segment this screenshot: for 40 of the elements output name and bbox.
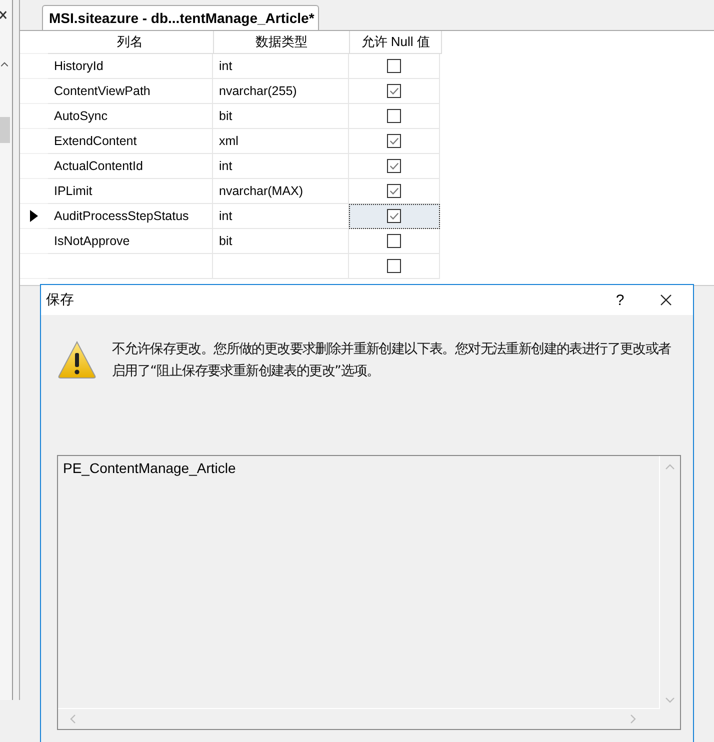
table-cell: nvarchar(255)	[219, 84, 297, 98]
checkbox[interactable]	[387, 109, 401, 123]
table-cell: HistoryId	[54, 59, 104, 73]
column-header: 列名	[48, 31, 214, 54]
close-icon	[660, 294, 672, 306]
checkbox[interactable]	[387, 259, 401, 273]
table-cell: nvarchar(MAX)	[219, 184, 304, 198]
checkbox[interactable]	[387, 209, 401, 223]
checkbox[interactable]	[387, 184, 401, 198]
table-cell: IPLimit	[54, 184, 92, 198]
checkbox[interactable]	[387, 134, 401, 148]
table-cell: AutoSync	[54, 109, 108, 123]
empty-cell[interactable]	[213, 254, 349, 279]
checkbox[interactable]	[387, 59, 401, 73]
checkbox[interactable]	[387, 84, 401, 98]
table-cell: AuditProcessStepStatus	[54, 209, 189, 223]
table-cell: ExtendContent	[54, 134, 137, 148]
table-cell: ContentViewPath	[54, 84, 150, 98]
table-cell: int	[219, 209, 232, 223]
table-cell: IsNotApprove	[54, 234, 130, 248]
table-cell: bit	[219, 234, 232, 248]
column-header: 数据类型	[214, 31, 350, 54]
warning-icon	[57, 340, 97, 380]
table-cell: xml	[219, 134, 238, 148]
checkbox[interactable]	[387, 159, 401, 173]
checkbox[interactable]	[387, 234, 401, 248]
help-button[interactable]: ?	[597, 285, 643, 315]
table-cell: int	[219, 59, 232, 73]
dialog-title: 保存	[46, 291, 74, 309]
caret-icon[interactable]	[1, 62, 8, 67]
document-tab[interactable]: MSI.siteazure - db...tentManage_Article*	[42, 5, 320, 30]
table-cell: bit	[219, 109, 232, 123]
table-cell: ActualContentId	[54, 159, 143, 173]
empty-cell[interactable]	[48, 254, 213, 279]
error-message: 不允许保存更改。您所做的更改要求删除并重新创建以下表。您对无法重新创建的表进行了更改或者启用了“阻止保存要求重新创建表的更改”选项。	[112, 340, 672, 381]
list-item[interactable]: PE_ContentManage_Article	[63, 460, 654, 476]
close-icon[interactable]	[0, 10, 7, 20]
table-cell: int	[219, 159, 232, 173]
scrollbar-thumb[interactable]	[0, 117, 10, 143]
column-header: 允许 Null 值	[350, 31, 442, 54]
